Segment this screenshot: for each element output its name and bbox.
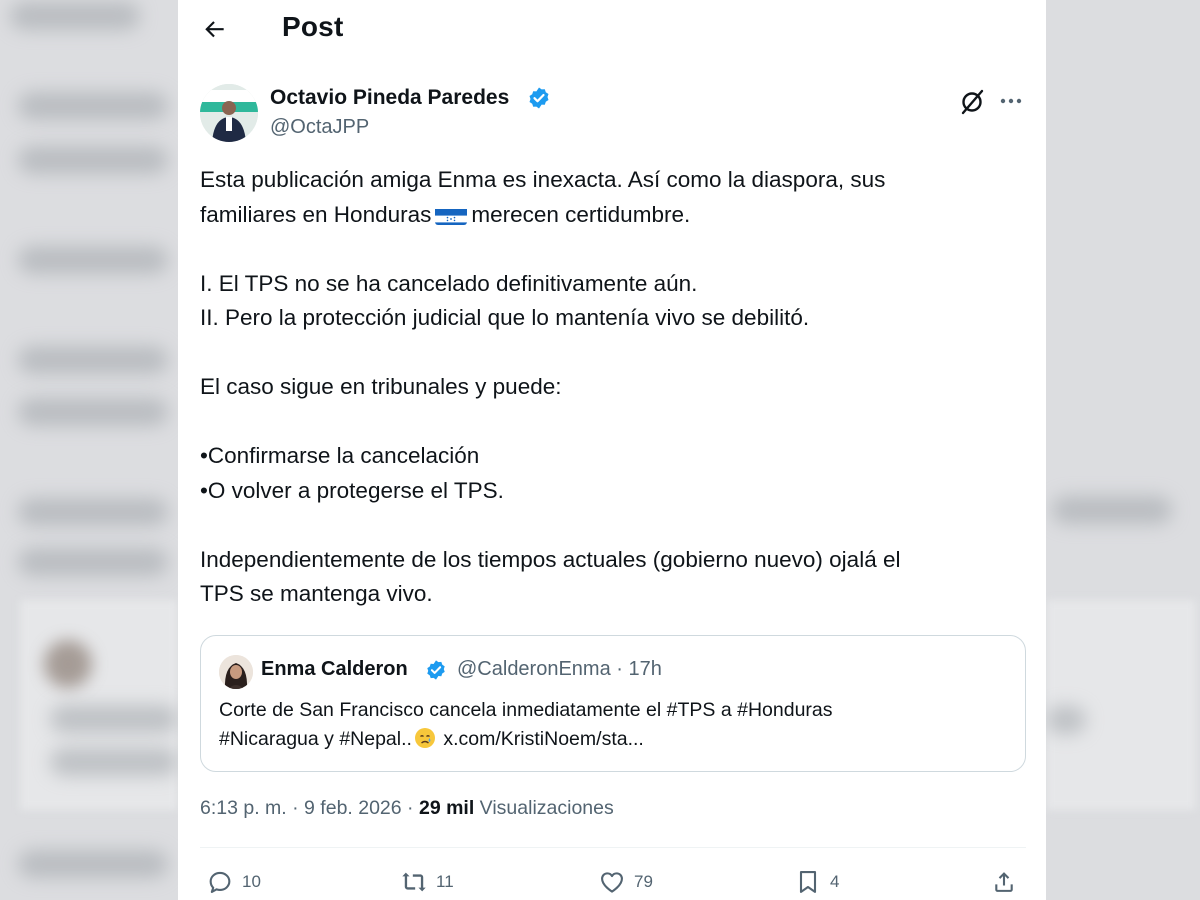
divider	[200, 847, 1026, 848]
author-name[interactable]: Octavio Pineda Paredes	[270, 86, 509, 110]
blurred-text	[18, 246, 168, 274]
share-icon	[995, 872, 1013, 892]
quote-text: Corte de San Francisco cancela inmediata…	[219, 696, 1009, 754]
post-card: Post Octavio Pineda Paredes @OctaJPP Est…	[178, 0, 1046, 900]
bookmark-icon	[799, 871, 817, 893]
blurred-text	[18, 850, 168, 878]
quote-author-handle: @CalderonEnma · 17h	[457, 658, 662, 680]
reply-icon	[209, 871, 231, 893]
repost-icon	[402, 872, 426, 892]
views-count: 29 mil	[418, 797, 475, 819]
blurred-panel	[1046, 600, 1196, 810]
post-line: I. El TPS no se ha cancelado definitivam…	[200, 270, 698, 296]
grok-icon[interactable]	[958, 86, 988, 116]
author-handle[interactable]: @OctaJPP	[270, 116, 369, 139]
blurred-text	[18, 92, 168, 120]
post-line: TPS se mantenga vivo.	[200, 581, 433, 606]
blurred-text	[50, 705, 178, 733]
verified-badge-icon	[427, 660, 445, 680]
quote-author-avatar	[219, 655, 253, 689]
blurred-text	[18, 346, 168, 374]
quoted-post[interactable]: Enma Calderon @CalderonEnma · 17h Corte …	[200, 635, 1026, 772]
heart-icon	[601, 872, 623, 893]
blurred-text	[18, 498, 168, 526]
post-line-part: merecen certidumbre.	[471, 201, 691, 227]
post-line: II. Pero la protección judicial que lo m…	[200, 305, 810, 330]
back-button[interactable]	[200, 14, 230, 44]
more-options-icon[interactable]	[996, 86, 1026, 116]
quote-author-name: Enma Calderon	[261, 658, 408, 680]
honduras-flag-icon	[435, 205, 468, 225]
quote-link[interactable]: x.com/KristiNoem/sta...	[443, 728, 643, 750]
page-title: Post	[282, 11, 344, 42]
post-header: Post	[178, 0, 1046, 56]
quote-line: Corte de San Francisco cancela inmediata…	[219, 699, 833, 721]
verified-badge-icon	[529, 87, 549, 109]
blurred-text	[18, 398, 168, 426]
quote-line-part: #Nicaragua y #Nepal..	[219, 728, 412, 750]
reply-button[interactable]: 10	[206, 868, 261, 896]
like-button[interactable]: 79	[598, 868, 653, 896]
post-line: •Confirmarse la cancelación	[200, 443, 480, 468]
blurred-text	[18, 146, 168, 174]
blurred-avatar	[44, 640, 92, 688]
reply-count: 10	[242, 872, 261, 891]
like-count: 79	[634, 872, 653, 891]
post-timestamp[interactable]: 6:13 p. m. · 9 feb. 2026 ·	[200, 797, 419, 819]
author-avatar[interactable]	[200, 84, 258, 142]
crying-face-icon	[414, 727, 436, 749]
avatar-image	[200, 84, 258, 142]
post-line: El caso sigue en tribunales y puede:	[200, 374, 562, 399]
post-line: •O volver a protegerse el TPS.	[200, 477, 504, 503]
arrow-left-icon	[205, 21, 224, 38]
quote-line: #Nicaragua y #Nepal.. x.com/KristiNoem/s…	[219, 725, 1009, 754]
bookmark-count: 4	[830, 872, 840, 891]
post-line: Independientemente de los tiempos actual…	[200, 546, 901, 572]
blurred-text	[50, 748, 178, 776]
repost-button[interactable]: 11	[400, 868, 454, 896]
views-label: Visualizaciones	[474, 797, 614, 819]
blurred-text	[1046, 706, 1086, 734]
blurred-text	[10, 2, 140, 30]
bookmark-button[interactable]: 4	[794, 868, 839, 896]
post-text: Esta publicación amiga Enma es inexacta.…	[200, 163, 1020, 612]
post-metadata: 6:13 p. m. · 9 feb. 2026 · 29 mil Visual…	[200, 797, 614, 820]
blurred-text	[18, 548, 168, 576]
post-line-part: familiares en Honduras	[200, 201, 432, 227]
repost-count: 11	[436, 872, 454, 891]
blurred-text	[1052, 496, 1172, 524]
share-button[interactable]	[990, 868, 1018, 896]
post-actions: 10 11 79 4	[178, 860, 1046, 900]
post-line: Esta publicación amiga Enma es inexacta.…	[200, 167, 886, 192]
post-line: familiares en Honduras merecen certidumbr…	[200, 198, 1020, 233]
